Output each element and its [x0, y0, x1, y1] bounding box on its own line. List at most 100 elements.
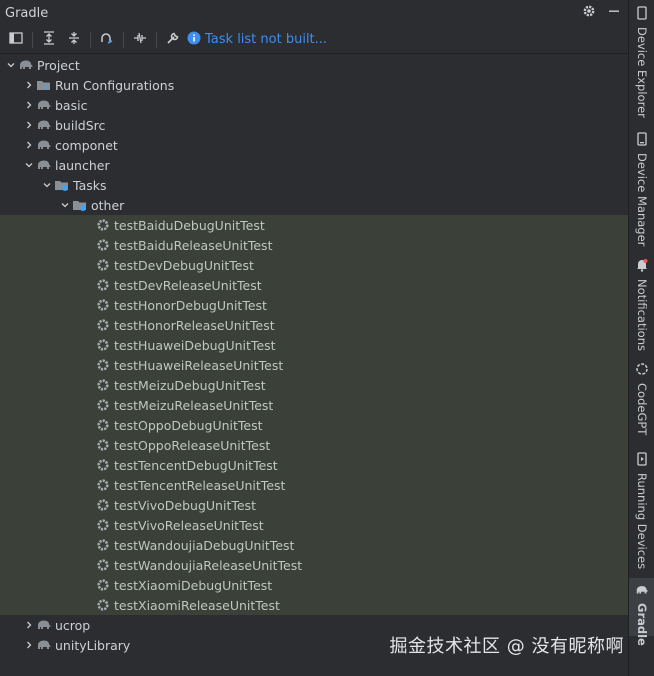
task-item[interactable]: testDevReleaseUnitTest [0, 275, 628, 295]
tab-label: Device Manager [635, 153, 649, 247]
build-settings-button[interactable] [162, 29, 184, 51]
chevron-right-icon[interactable] [22, 115, 36, 135]
task-item[interactable]: testOppoDebugUnitTest [0, 415, 628, 435]
chevron-down-icon[interactable] [22, 155, 36, 175]
tree-node-label: testMeizuReleaseUnitTest [114, 397, 274, 413]
task-item[interactable]: testXiaomiDebugUnitTest [0, 575, 628, 595]
run-configurations-icon [36, 77, 52, 93]
right-tool-strip: Device Explorer Device Manager Notificat… [628, 0, 654, 676]
gear-icon [95, 257, 111, 273]
task-item[interactable]: testHonorReleaseUnitTest [0, 315, 628, 335]
tree-node-label: testWandoujiaDebugUnitTest [114, 537, 295, 553]
chevron-down-icon[interactable] [4, 55, 18, 75]
tree-node-label: testVivoDebugUnitTest [114, 497, 256, 513]
chevron-down-icon[interactable] [58, 195, 72, 215]
gear-icon [95, 477, 111, 493]
tree-node-label: testTencentReleaseUnitTest [114, 477, 286, 493]
chevron-down-icon[interactable] [40, 175, 54, 195]
tab-codegpt[interactable]: CodeGPT [629, 362, 654, 435]
task-item[interactable]: testTencentDebugUnitTest [0, 455, 628, 475]
elephant-icon [36, 117, 52, 133]
minimize-icon[interactable] [608, 5, 620, 20]
gear-icon [95, 557, 111, 573]
tab-running-devices[interactable]: Running Devices [629, 452, 654, 569]
task-item[interactable]: testBaiduReleaseUnitTest [0, 235, 628, 255]
toggle-panel-button[interactable] [5, 29, 27, 51]
task-item[interactable]: testWandoujiaDebugUnitTest [0, 535, 628, 555]
task-list-status[interactable]: Task list not built... [187, 31, 327, 49]
tree-node-label: testOppoDebugUnitTest [114, 417, 263, 433]
bell-icon [636, 258, 648, 275]
collapse-all-button[interactable] [63, 29, 85, 51]
chevron-right-icon[interactable] [22, 635, 36, 655]
expand-all-icon [42, 31, 56, 48]
tab-label: Device Explorer [635, 27, 649, 118]
running-devices-icon [636, 452, 648, 469]
task-item[interactable]: testVivoReleaseUnitTest [0, 515, 628, 535]
elephant-icon [36, 637, 52, 653]
gear-icon [95, 437, 111, 453]
chevron-right-icon[interactable] [22, 615, 36, 635]
gear-icon[interactable] [582, 4, 596, 21]
gear-icon [95, 337, 111, 353]
elephant-icon [18, 57, 34, 73]
task-item[interactable]: testTencentReleaseUnitTest [0, 475, 628, 495]
tool-window-title: Gradle [5, 5, 49, 21]
tab-label: Gradle [635, 603, 649, 646]
tab-gradle[interactable]: Gradle [629, 578, 654, 646]
gear-icon [95, 397, 111, 413]
tree-node-module[interactable]: componet [0, 135, 628, 155]
chevron-right-icon[interactable] [22, 135, 36, 155]
tab-label: Running Devices [635, 473, 649, 570]
expand-all-button[interactable] [38, 29, 60, 51]
tree-node-project[interactable]: Project [0, 55, 628, 75]
tree-node-module[interactable]: buildSrc [0, 115, 628, 135]
tree-node-other[interactable]: other [0, 195, 628, 215]
task-item[interactable]: testDevDebugUnitTest [0, 255, 628, 275]
reload-icon [99, 31, 115, 48]
collapse-all-icon [67, 31, 81, 48]
tree-node-label: testVivoReleaseUnitTest [114, 517, 264, 533]
task-item[interactable]: testXiaomiReleaseUnitTest [0, 595, 628, 615]
task-item[interactable]: testOppoReleaseUnitTest [0, 435, 628, 455]
tree-node-label: Tasks [73, 177, 107, 193]
task-item[interactable]: testVivoDebugUnitTest [0, 495, 628, 515]
device-explorer-icon [636, 6, 648, 23]
offline-mode-button[interactable] [129, 29, 151, 51]
task-list-status-text[interactable]: Task list not built... [205, 32, 327, 47]
tree-node-module[interactable]: Run Configurations [0, 75, 628, 95]
tree-node-label: testBaiduReleaseUnitTest [114, 237, 273, 253]
tree-node-label: basic [55, 97, 88, 113]
task-folder-icon [72, 197, 88, 213]
gear-icon [95, 497, 111, 513]
tree-node-module[interactable]: basic [0, 95, 628, 115]
task-item[interactable]: testHuaweiReleaseUnitTest [0, 355, 628, 375]
chevron-right-icon[interactable] [22, 95, 36, 115]
tab-device-explorer[interactable]: Device Explorer [629, 6, 654, 118]
reload-button[interactable] [96, 29, 118, 51]
wrench-icon [166, 31, 180, 48]
task-item[interactable]: testMeizuReleaseUnitTest [0, 395, 628, 415]
toolbar-separator [32, 31, 33, 48]
task-item[interactable]: testMeizuDebugUnitTest [0, 375, 628, 395]
task-item[interactable]: testWandoujiaReleaseUnitTest [0, 555, 628, 575]
tree-node-module[interactable]: launcher [0, 155, 628, 175]
tab-device-manager[interactable]: Device Manager [629, 132, 654, 246]
chevron-right-icon[interactable] [22, 75, 36, 95]
task-item[interactable]: testBaiduDebugUnitTest [0, 215, 628, 235]
task-item[interactable]: testHuaweiDebugUnitTest [0, 335, 628, 355]
task-folder-icon [54, 177, 70, 193]
gear-icon [95, 417, 111, 433]
tab-notifications[interactable]: Notifications [629, 258, 654, 351]
task-item[interactable]: testHonorDebugUnitTest [0, 295, 628, 315]
tree-node-tasks[interactable]: Tasks [0, 175, 628, 195]
watermark-text: 掘金技术社区 @ 没有昵称啊 [389, 636, 624, 657]
gear-icon [95, 317, 111, 333]
